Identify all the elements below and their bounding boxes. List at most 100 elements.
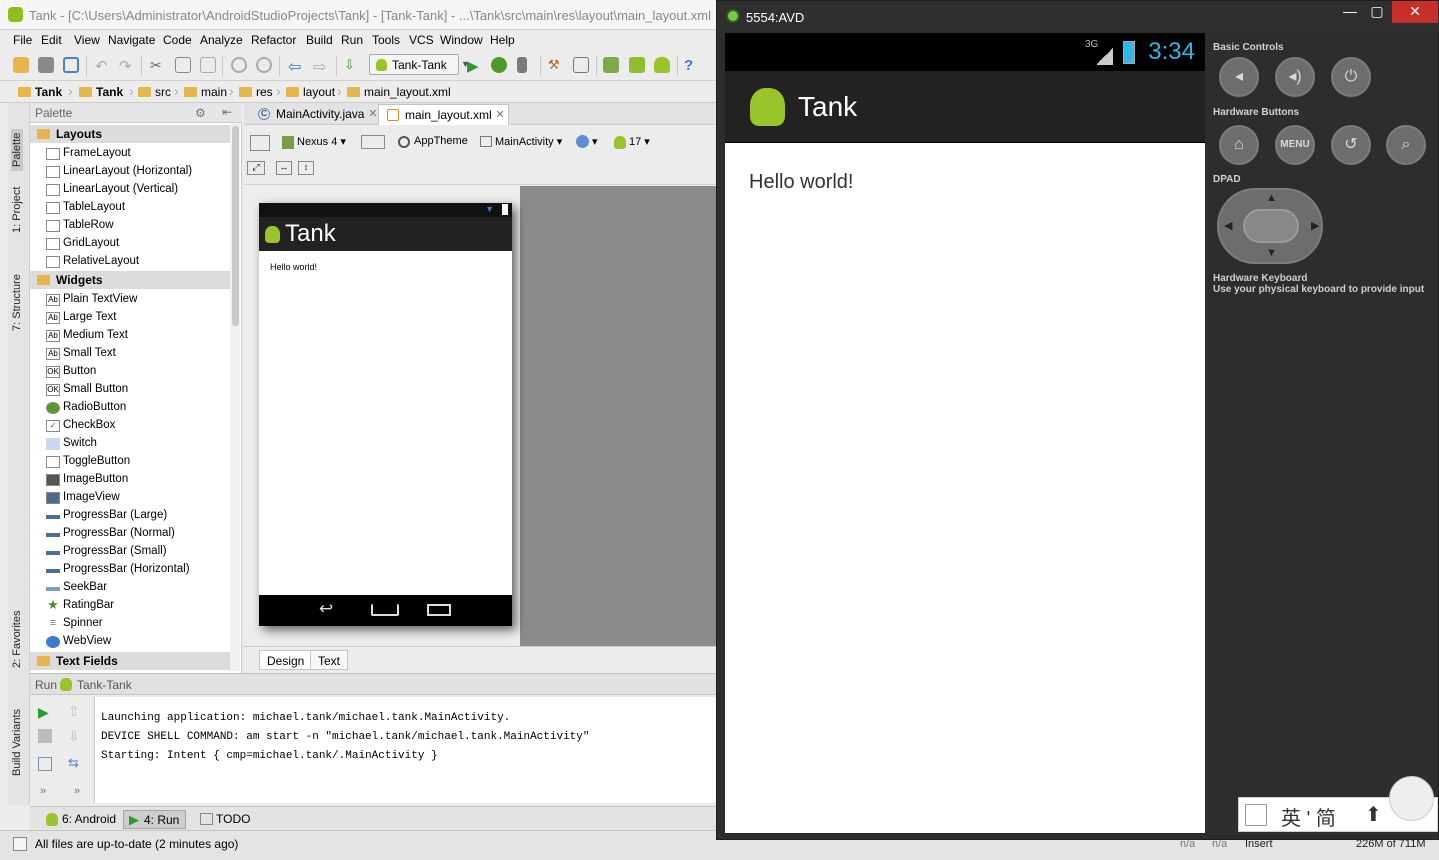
menu-build[interactable]: Build (306, 33, 333, 47)
palette-item[interactable]: ★ RatingBar (45, 597, 114, 615)
crumb-src[interactable]: src (138, 85, 171, 99)
tab-mainactivity-java[interactable]: C MainActivity.java ✕ (250, 104, 380, 125)
menu-help[interactable]: Help (490, 33, 515, 47)
menu-button[interactable]: MENU (1275, 125, 1315, 165)
dpad-left-icon[interactable]: ◀ (1224, 219, 1232, 232)
tool-windows-icon[interactable] (13, 837, 27, 851)
ime-mode-chars[interactable]: 英 ' 简 (1281, 802, 1336, 831)
tab-text[interactable]: Text (310, 650, 349, 670)
forward-arrow-icon[interactable]: ⇨ (313, 57, 329, 76)
tab-palette[interactable]: Palette (11, 128, 23, 171)
back-icon[interactable]: ↺ (1331, 125, 1371, 165)
power-icon[interactable]: ⏻ (1331, 57, 1371, 97)
crumb-module[interactable]: Tank (79, 85, 123, 99)
menu-file[interactable]: File (13, 33, 32, 47)
up-arrow-icon[interactable]: ⇧ (68, 703, 82, 719)
emulator-screen[interactable]: 3G 3:34 Tank Hello world! (725, 33, 1205, 833)
palette-item[interactable]: SeekBar (45, 579, 107, 597)
attach-debugger-icon[interactable] (517, 57, 527, 73)
palette-item[interactable]: Ab Medium Text (45, 327, 128, 345)
help-icon[interactable]: ? (684, 57, 700, 74)
menu-tools[interactable]: Tools (372, 33, 400, 47)
dpad-up-icon[interactable]: ▲ (1266, 192, 1277, 204)
crumb-project[interactable]: Tank (18, 85, 62, 99)
paste-icon[interactable] (200, 57, 216, 73)
palette-item[interactable]: ImageButton (45, 471, 128, 489)
rerun-icon[interactable]: ▶ (38, 704, 52, 720)
more-icon[interactable]: » (40, 785, 46, 797)
dpad-right-icon[interactable]: ▶ (1311, 219, 1319, 232)
palette-item[interactable]: WebView (45, 633, 111, 651)
tab-design[interactable]: Design (259, 650, 313, 670)
menu-vcs[interactable]: VCS (409, 33, 434, 47)
close-icon[interactable]: ✕ (368, 107, 377, 120)
layout-preview-device[interactable]: ▼ Tank Hello world! ↩ (259, 203, 512, 626)
palette-item[interactable]: ToggleButton (45, 453, 130, 471)
palette-item[interactable]: OK Button (45, 363, 96, 381)
layout-variant-icon[interactable] (250, 135, 270, 151)
palette-group-layouts[interactable]: Layouts (30, 125, 230, 143)
debug-icon[interactable] (491, 57, 507, 73)
make-project-icon[interactable]: ⇩ (344, 57, 360, 73)
volume-down-icon[interactable]: ◂ (1219, 57, 1259, 97)
palette-item[interactable]: ProgressBar (Normal) (45, 525, 175, 543)
palette-item[interactable]: ProgressBar (Small) (45, 543, 167, 561)
close-icon[interactable]: ✕ (1392, 1, 1438, 23)
avd-manager-icon[interactable] (603, 57, 619, 73)
palette-item[interactable]: ✓ CheckBox (45, 417, 115, 435)
home-icon[interactable]: ⌂ (1219, 125, 1259, 165)
menu-navigate[interactable]: Navigate (108, 33, 155, 47)
crumb-main[interactable]: main (184, 85, 227, 99)
down-arrow-icon[interactable]: ⇩ (68, 728, 82, 744)
minimize-icon[interactable]: — (1337, 1, 1363, 23)
palette-item[interactable]: LinearLayout (Horizontal) (45, 163, 192, 181)
menu-run[interactable]: Run (341, 33, 363, 47)
palette-item[interactable]: TableRow (45, 217, 114, 235)
api-level-selector[interactable]: 17 ▾ (614, 135, 650, 149)
palette-item[interactable]: Ab Plain TextView (45, 291, 137, 309)
tab-build-variants[interactable]: Build Variants (11, 709, 23, 776)
volume-up-icon[interactable]: ◂) (1275, 57, 1315, 97)
dpad-down-icon[interactable]: ▼ (1266, 247, 1277, 259)
palette-item[interactable]: TableLayout (45, 199, 125, 217)
maximize-icon[interactable]: ▢ (1364, 1, 1390, 23)
run-config-selector[interactable]: Tank-Tank (369, 54, 459, 75)
menu-edit[interactable]: Edit (41, 33, 62, 47)
tab-main-layout-xml[interactable]: main_layout.xml ✕ (378, 104, 509, 125)
hide-panel-icon[interactable]: ⇤ (222, 105, 232, 119)
tab-structure[interactable]: 7: Structure (11, 274, 23, 331)
dpad-center[interactable] (1243, 209, 1299, 243)
zoom-height-icon[interactable]: ↕ (298, 161, 314, 175)
open-folder-icon[interactable] (13, 57, 29, 73)
zoom-width-icon[interactable]: ↔ (276, 161, 292, 175)
palette-item[interactable]: FrameLayout (45, 145, 131, 163)
palette-item[interactable]: LinearLayout (Vertical) (45, 181, 178, 199)
tab-run[interactable]: ▶ 4: Run (123, 810, 187, 829)
crumb-layout[interactable]: layout (286, 85, 335, 99)
run-icon[interactable]: ▶ (467, 57, 483, 75)
palette-item[interactable]: ProgressBar (Horizontal) (45, 561, 190, 579)
gear-icon[interactable]: ⚙ (195, 106, 206, 120)
menu-window[interactable]: Window (440, 33, 483, 47)
orientation-icon[interactable] (361, 135, 385, 149)
copy-icon[interactable] (175, 57, 191, 73)
wrap-icon[interactable]: ⇆ (68, 755, 82, 770)
device-selector[interactable]: Nexus 4 ▾ (282, 135, 346, 149)
find-icon[interactable] (231, 57, 247, 73)
sync-icon[interactable] (63, 57, 79, 73)
redo-icon[interactable]: ↷ (119, 57, 135, 75)
activity-selector[interactable]: MainActivity ▾ (480, 135, 562, 148)
cut-icon[interactable]: ✂ (150, 57, 166, 73)
palette-item[interactable]: RadioButton (45, 399, 126, 417)
settings-grid-icon[interactable] (573, 57, 589, 73)
close-icon[interactable]: ✕ (495, 108, 504, 121)
project-structure-icon[interactable]: ⚒ (548, 57, 564, 73)
more-icon[interactable]: » (74, 785, 80, 797)
palette-item[interactable]: Ab Large Text (45, 309, 117, 327)
ime-toolbar[interactable]: 英 ' 简 ⬆ (1238, 776, 1438, 832)
replace-icon[interactable] (256, 57, 272, 73)
palette-item[interactable]: RelativeLayout (45, 253, 139, 271)
run-console[interactable]: Launching application: michael.tank/mich… (95, 697, 716, 803)
tab-todo[interactable]: TODO (196, 810, 256, 829)
menu-view[interactable]: View (74, 33, 100, 47)
